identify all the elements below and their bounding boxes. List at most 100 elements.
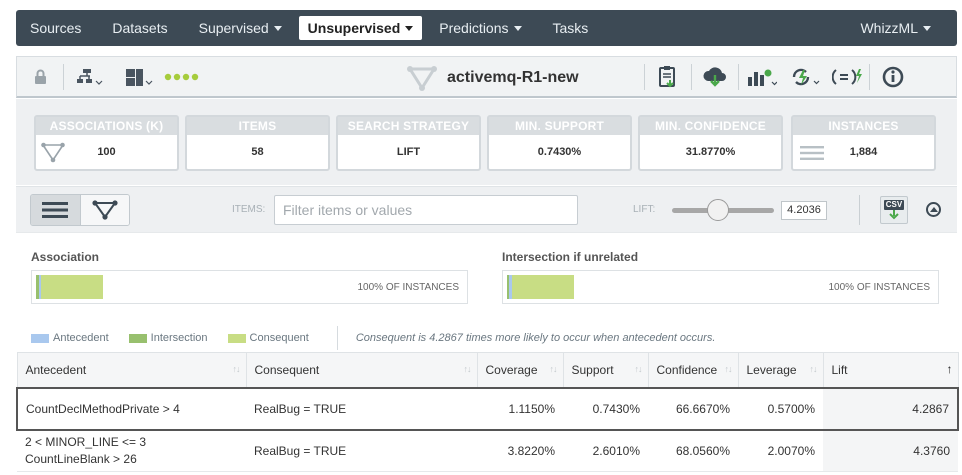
- collapse-panel-button[interactable]: [926, 202, 941, 217]
- column-header-label: Confidence: [656, 362, 718, 377]
- leverage-cell: 2.0070%: [738, 429, 823, 472]
- model-tree-icon[interactable]: [64, 57, 116, 97]
- stat-min-support-label: MIN. SUPPORT: [489, 117, 630, 135]
- sort-icon: ↑↓: [549, 364, 558, 374]
- list-view-button[interactable]: [31, 195, 81, 225]
- graph-view-button[interactable]: [80, 195, 129, 225]
- caret-down-icon: [405, 25, 414, 31]
- column-header-confidence[interactable]: Confidence ↑↓: [647, 352, 739, 388]
- table-row[interactable]: 2 < MINOR_LINE <= 3 CountLineBlank > 26 …: [17, 429, 958, 472]
- consequent-cell: RealBug = TRUE: [246, 429, 477, 472]
- csv-download-button[interactable]: CSV: [880, 196, 908, 224]
- coverage-cell: 1.1150%: [477, 386, 563, 431]
- caret-down-icon: [273, 25, 282, 31]
- stat-associations: ASSOCIATIONS (K) 100: [34, 115, 179, 171]
- sort-icon: ↑↓: [463, 364, 472, 374]
- lift-cell: 4.2867: [823, 386, 959, 431]
- association-instances-label: 100% OF INSTANCES: [357, 282, 459, 293]
- consequent-swatch: [227, 333, 246, 343]
- antecedent-condition: 2 < MINOR_LINE <= 3: [25, 434, 147, 449]
- bar-legend: Antecedent Intersection Consequent Conse…: [31, 326, 715, 350]
- top-navbar: Sources Datasets Supervised Unsupervised…: [16, 10, 957, 46]
- legend-consequent-label: Consequent: [249, 332, 309, 344]
- csv-label: CSV: [883, 200, 905, 210]
- stat-instances: INSTANCES 1,884: [791, 115, 936, 171]
- lock-icon[interactable]: [17, 57, 63, 97]
- download-report-icon[interactable]: [645, 57, 691, 97]
- legend-antecedent-label: Antecedent: [53, 332, 109, 344]
- column-header-coverage[interactable]: Coverage ↑↓: [476, 352, 564, 388]
- table-row[interactable]: CountDeclMethodPrivate > 4 RealBug = TRU…: [16, 386, 959, 431]
- antecedent-cell: CountDeclMethodPrivate > 4: [16, 386, 246, 431]
- column-header-consequent[interactable]: Consequent ↑↓: [245, 352, 478, 388]
- nav-unsupervised[interactable]: Unsupervised: [298, 16, 423, 40]
- download-arrow-icon: [889, 210, 899, 220]
- nav-sources[interactable]: Sources: [16, 16, 95, 40]
- unrelated-instances-label: 100% OF INSTANCES: [828, 282, 930, 293]
- leverage-cell: 0.5700%: [738, 386, 823, 431]
- caret-down-icon: [923, 25, 931, 31]
- bar-chart-settings-icon[interactable]: [739, 57, 785, 97]
- stat-associations-label: ASSOCIATIONS (K): [36, 117, 177, 135]
- association-bar: 100% OF INSTANCES: [31, 270, 468, 304]
- lift-cell: 4.3760: [823, 429, 958, 472]
- sort-icon: ↑↓: [232, 364, 241, 374]
- view-toggle: [30, 194, 130, 226]
- lightning-icon[interactable]: [785, 57, 827, 97]
- list-icon: [800, 146, 824, 160]
- filter-controls: ITEMS: LIFT: 4.2036 CSV: [16, 186, 957, 232]
- stat-min-support-value: 0.7430%: [537, 146, 582, 158]
- support-cell: 2.6010%: [563, 429, 648, 472]
- nav-predictions-label: Predictions: [439, 20, 509, 36]
- info-icon[interactable]: [870, 57, 916, 97]
- column-header-leverage[interactable]: Leverage ↑↓: [737, 352, 824, 388]
- lift-slider-handle[interactable]: [707, 199, 729, 221]
- numbers-icon[interactable]: [116, 57, 162, 97]
- column-header-label: Coverage: [485, 362, 538, 377]
- stat-min-confidence: MIN. CONFIDENCE 31.8770%: [638, 115, 783, 171]
- antecedent-swatch: [31, 333, 49, 343]
- chevron-up-icon: [929, 207, 938, 212]
- list-icon: [42, 202, 69, 218]
- column-header-label: Leverage: [746, 362, 797, 377]
- nav-predictions[interactable]: Predictions: [425, 16, 535, 40]
- association-icon: [41, 142, 65, 163]
- nav-datasets-label: Datasets: [112, 20, 168, 36]
- resource-title: activemq-R1-new: [447, 69, 579, 86]
- intersection-segment: [36, 275, 39, 299]
- unrelated-bar: 100% OF INSTANCES: [502, 270, 939, 304]
- association-icon: [407, 66, 437, 91]
- unrelated-bar-title: Intersection if unrelated: [502, 250, 639, 264]
- user-menu[interactable]: WhizzML: [846, 16, 945, 40]
- legend-intersection-label: Intersection: [150, 332, 208, 344]
- nav-tasks-label: Tasks: [552, 20, 589, 36]
- column-header-support[interactable]: Support ↑↓: [562, 352, 649, 388]
- items-filter-label: ITEMS:: [232, 204, 266, 215]
- consequent-segment: [507, 275, 574, 299]
- nav-datasets[interactable]: Datasets: [98, 16, 181, 40]
- table-header-row: Antecedent ↑↓ Consequent ↑↓ Coverage ↑↓ Sup…: [16, 352, 959, 388]
- coverage-cell: 3.8220%: [477, 429, 563, 472]
- sort-icon: ↑↓: [809, 364, 818, 374]
- column-header-lift[interactable]: Lift ↑: [822, 352, 959, 388]
- sort-ascending-icon: ↑: [946, 362, 953, 376]
- stat-search-strategy-label: SEARCH STRATEGY: [338, 117, 479, 135]
- formula-icon[interactable]: [827, 57, 869, 97]
- items-filter-input[interactable]: [274, 195, 578, 225]
- cloud-download-icon[interactable]: [692, 57, 738, 97]
- stat-items-value: 58: [251, 146, 264, 158]
- sort-icon: ↑↓: [634, 364, 643, 374]
- nav-tasks[interactable]: Tasks: [539, 16, 603, 40]
- stat-min-confidence-label: MIN. CONFIDENCE: [640, 117, 781, 135]
- resource-title-block: activemq-R1-new: [407, 65, 579, 91]
- column-header-antecedent[interactable]: Antecedent ↑↓: [16, 352, 247, 388]
- antecedent-condition: CountLineBlank > 26: [25, 451, 137, 466]
- association-bar-title: Association: [31, 250, 100, 264]
- nav-supervised[interactable]: Supervised: [185, 16, 296, 40]
- column-header-label: Support: [571, 362, 614, 377]
- consequent-segment: [36, 275, 103, 299]
- legend-antecedent: Antecedent: [31, 332, 109, 344]
- nav-sources-label: Sources: [30, 20, 82, 36]
- lift-value-box[interactable]: 4.2036: [781, 201, 827, 220]
- caret-down-icon: [513, 25, 522, 31]
